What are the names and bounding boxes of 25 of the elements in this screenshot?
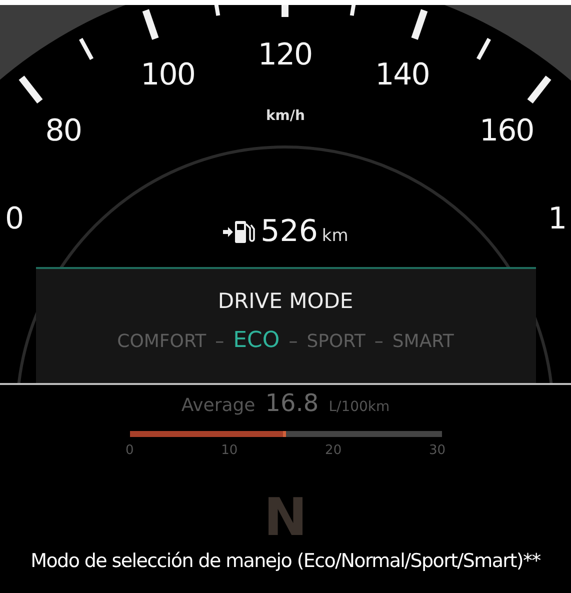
speed-label: 1: [548, 201, 566, 236]
drive-mode-option[interactable]: COMFORT: [117, 331, 206, 352]
average-label: Average: [181, 395, 256, 416]
gauge-tick-label: 20: [325, 443, 342, 458]
speed-unit: km/h: [266, 108, 305, 124]
range-value: 526: [260, 214, 318, 249]
drive-mode-option[interactable]: SMART: [392, 331, 454, 352]
separator-dash: –: [215, 331, 224, 352]
average-value: 16.8: [265, 389, 319, 417]
speed-label: 0: [4, 201, 24, 236]
gauge-tick-label: 10: [221, 443, 238, 458]
drive-mode-option[interactable]: SPORT: [306, 331, 366, 352]
speed-label: 140: [375, 57, 430, 92]
separator-dash: –: [288, 331, 298, 352]
speed-label: 160: [480, 114, 534, 149]
speed-label: 120: [258, 38, 312, 72]
speed-label: 100: [140, 57, 195, 92]
drive-mode-option[interactable]: ECO: [233, 331, 280, 352]
range-unit: km: [322, 226, 348, 246]
drive-mode-title: DRIVE MODE: [218, 289, 354, 313]
speed-label: 80: [45, 114, 82, 149]
gauge-tick-label: 0: [126, 443, 134, 458]
average-unit: L/100km: [328, 399, 390, 415]
separator-dash: –: [374, 331, 384, 352]
gauge-tick-label: 30: [428, 443, 446, 458]
